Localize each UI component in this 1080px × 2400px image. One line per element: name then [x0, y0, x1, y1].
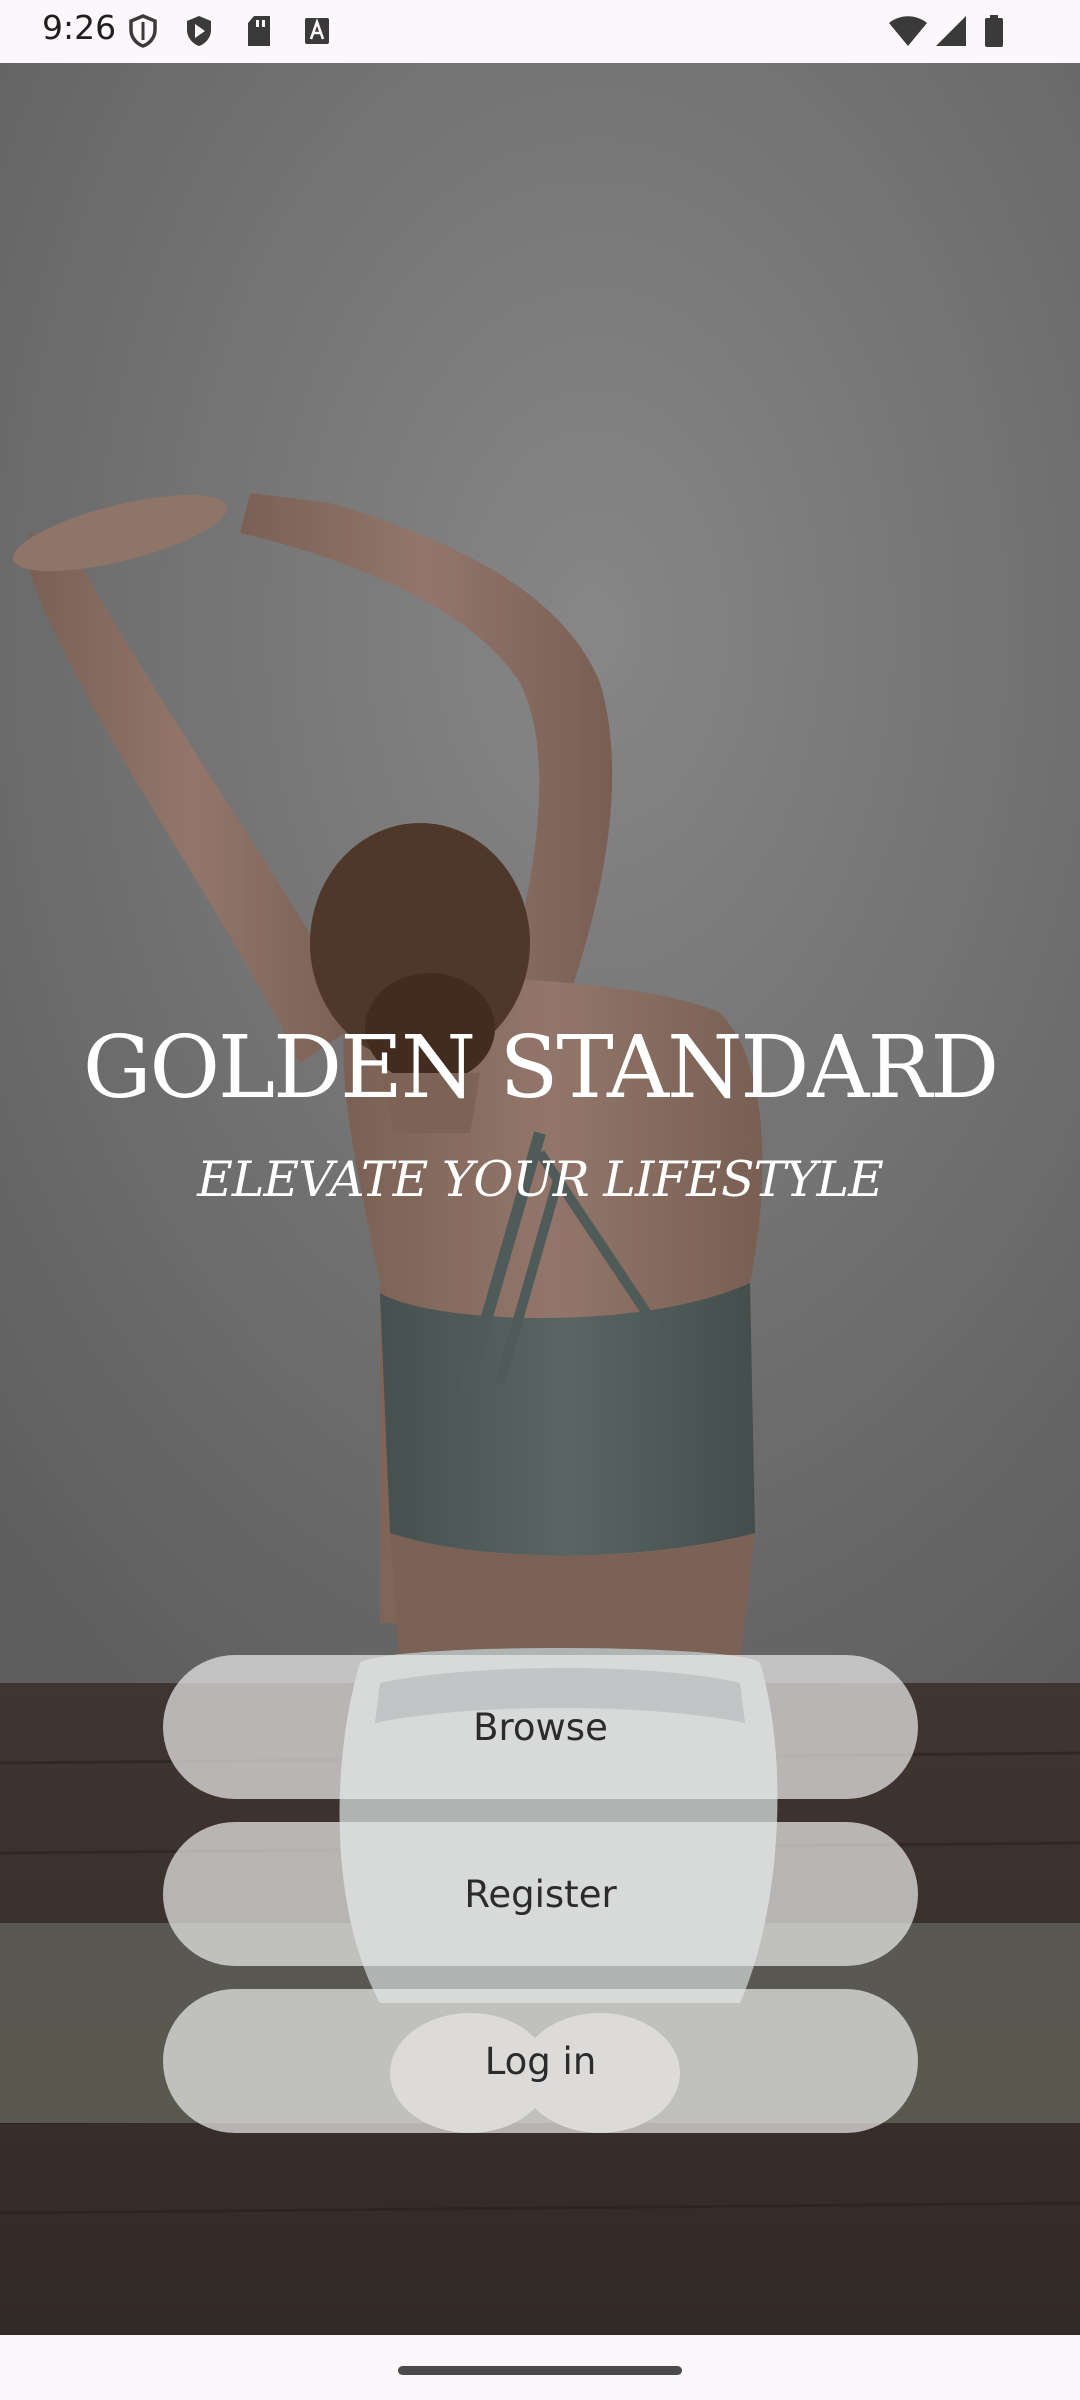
brand-title: GOLDEN STANDARD	[82, 1018, 999, 1118]
register-button[interactable]: Register	[163, 1822, 918, 1966]
play-protect-icon	[187, 16, 211, 46]
wifi-icon	[889, 16, 927, 46]
browse-button-label: Browse	[473, 1705, 608, 1749]
keyboard-a-icon	[305, 18, 329, 44]
login-button[interactable]: Log in	[163, 1989, 918, 2133]
sd-card-icon	[248, 16, 270, 46]
brand-tagline: ELEVATE YOUR LIFESTYLE	[197, 1151, 884, 1208]
cell-signal-icon	[936, 16, 966, 46]
browse-button[interactable]: Browse	[163, 1655, 918, 1799]
login-button-label: Log in	[484, 2039, 597, 2083]
welcome-screen: 9:26 GOLDEN STANDARD ELEVATE YOUR LIFEST…	[0, 0, 1080, 2400]
shield-icon	[129, 14, 157, 48]
home-gesture-handle[interactable]	[398, 2366, 682, 2375]
register-button-label: Register	[464, 1872, 617, 1916]
battery-icon	[985, 15, 1003, 47]
status-bar: 9:26	[0, 0, 1080, 63]
navigation-bar	[0, 2335, 1080, 2400]
status-time: 9:26	[42, 8, 117, 47]
